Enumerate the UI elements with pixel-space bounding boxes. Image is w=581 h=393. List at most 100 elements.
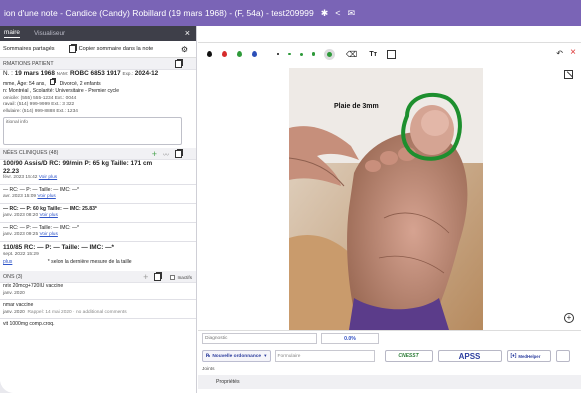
summary-toolbar: Sommaires partagés Copier sommaire dans … <box>0 41 196 58</box>
inactive-checkbox[interactable] <box>170 274 176 280</box>
exp-value: 2024-12 <box>134 70 159 77</box>
medication-item[interactable]: vit 1000mg comp.croq. <box>0 321 196 329</box>
medhelper-button[interactable]: [♦] MedHelper <box>506 350 551 362</box>
form-input[interactable]: Formulaire <box>274 350 375 362</box>
clinical-date: janv. 2023 09:25 Voir plus <box>0 232 196 238</box>
additional-info-placeholder: itional info <box>6 119 29 125</box>
properties-section[interactable]: Propriétés <box>198 375 581 389</box>
divider <box>0 240 196 242</box>
diagnosis-placeholder: Diagnostic <box>205 336 228 341</box>
text-tool-icon[interactable]: Tт <box>369 51 377 58</box>
share-icon[interactable]: < <box>335 8 340 18</box>
nam-label: NAM: <box>56 71 69 76</box>
zoom-icon[interactable]: + <box>564 313 574 323</box>
prescription-icon: ℞ <box>206 353 211 359</box>
divider <box>0 299 196 301</box>
size-xl-selected-icon[interactable] <box>324 48 335 60</box>
copy-icon[interactable] <box>175 60 182 68</box>
copy-icon[interactable] <box>154 273 162 282</box>
mail-icon[interactable]: ✉ <box>348 8 356 19</box>
copy-summary-button[interactable]: Copier sommaire dans la note <box>68 45 153 53</box>
clinical-date: avr. 2023 15:09 Voir plus <box>0 194 196 200</box>
cnesst-button[interactable]: CNESST <box>384 350 433 362</box>
med-date: janv. 2020 <box>3 309 25 315</box>
patient-status: Divorcé, 2 enfants <box>59 80 101 87</box>
gear-icon[interactable]: ⚙ <box>181 45 188 54</box>
eraser-icon[interactable]: ⌫ <box>346 50 357 59</box>
diagnosis-input[interactable]: Diagnostic <box>202 333 317 344</box>
entry-date: févr. 2023 15:42 <box>3 175 38 181</box>
add-icon[interactable]: + <box>143 273 148 282</box>
panel-tabs: maire Visualiseur × <box>0 26 196 41</box>
new-prescription-button[interactable]: ℞ Nouvelle ordonnance ▾ <box>202 350 271 362</box>
med-reminder: Rappel: 14 mai 2020 · no additional comm… <box>27 309 127 315</box>
apss-button[interactable]: APSS <box>437 350 502 362</box>
divider <box>0 183 196 185</box>
see-more-link[interactable]: Voir plus <box>39 232 57 237</box>
dob-value: 19 mars 1968 <box>14 70 55 77</box>
size-m-icon[interactable] <box>299 52 303 56</box>
clinical-data-header[interactable]: NÉES CLINIQUES (48) + 〰 <box>0 147 196 160</box>
copy-icon[interactable] <box>175 150 182 159</box>
close-icon[interactable]: × <box>185 28 190 38</box>
diagnosis-code-field[interactable]: 0.0% <box>321 333 379 344</box>
exp-label: Exp.: <box>122 71 133 76</box>
medication-item[interactable]: nmar vaccine <box>0 302 196 310</box>
blue-pen-icon[interactable] <box>252 51 257 57</box>
diagnosis-code: 0.0% <box>344 335 356 342</box>
editor-top-strip <box>198 26 581 43</box>
rotate-icon[interactable] <box>564 70 573 79</box>
star-icon[interactable]: ✱ <box>321 8 329 19</box>
clinical-entry: 100/90 Assis/D RC: 99/min P: 65 kg Taill… <box>0 160 196 169</box>
wound-photo[interactable]: Plaie de 3mm <box>289 68 483 330</box>
patient-age: mme, Âge: 54 ans, <box>3 80 46 87</box>
apss-logo: APSS <box>458 351 481 361</box>
medhelper-label: MedHelper <box>518 353 541 359</box>
size-xs-icon[interactable] <box>277 53 279 55</box>
photo-illustration: Plaie de 3mm <box>289 68 483 330</box>
black-pen-icon[interactable] <box>207 51 212 57</box>
see-more-link[interactable]: Voir plus <box>39 175 57 180</box>
see-more-link[interactable]: Voir plus <box>39 213 57 218</box>
medication-date: janv. 2020 <box>3 290 25 296</box>
red-pen-icon[interactable] <box>222 51 227 57</box>
entry-date: janv. 2023 08:20 <box>3 213 39 219</box>
shared-summary-button[interactable]: Sommaires partagés <box>3 46 55 52</box>
medication-item[interactable]: nrix 20mcg+720IU vaccine <box>0 283 196 291</box>
medications-title: ONS (3) <box>3 273 23 280</box>
cnesst-logo: CNESST <box>398 353 419 359</box>
vitals-text: 110/85 RC: — P: — Taille: — IMC: —* <box>3 243 115 251</box>
drawing-toolbar: ⌫ Tт ↶ × <box>198 43 581 65</box>
copy-icon[interactable] <box>50 78 56 85</box>
chart-icon[interactable]: 〰 <box>163 150 169 159</box>
patient-id-line: N. : 19 mars 1968 NAM: ROBC 6853 1917 Ex… <box>0 70 196 79</box>
clinical-data-title: NÉES CLINIQUES (48) <box>3 150 59 157</box>
size-l-icon[interactable] <box>311 52 315 56</box>
tab-summary[interactable]: maire <box>4 29 20 38</box>
add-icon[interactable]: + <box>152 150 157 159</box>
undo-icon[interactable]: ↶ <box>556 49 563 58</box>
see-all-link[interactable]: plus <box>3 259 12 265</box>
size-s-icon[interactable] <box>288 52 291 56</box>
close-icon[interactable]: × <box>570 47 576 58</box>
medications-header[interactable]: ONS (3) + Inactifs <box>0 271 196 284</box>
patient-origin: n: Montréal , Scolarité: Universitaire -… <box>3 88 120 95</box>
actions-row: ℞ Nouvelle ordonnance ▾ Formulaire CNESS… <box>202 350 570 362</box>
window-title: ion d'une note - Candice (Candy) Robilla… <box>4 8 314 18</box>
copy-icon <box>68 45 76 53</box>
summary-panel: maire Visualiseur × Sommaires partagés C… <box>0 26 197 393</box>
app-window: ion d'une note - Candice (Candy) Robilla… <box>0 0 581 393</box>
patient-info-header[interactable]: RMATIONS PATIENT <box>0 58 196 70</box>
tab-viewer[interactable]: Visualiseur <box>34 30 65 37</box>
nam-value: ROBC 6853 1917 <box>69 70 121 77</box>
extra-button[interactable] <box>555 350 570 362</box>
green-pen-icon[interactable] <box>237 51 242 57</box>
dob-prefix: N. : <box>3 70 13 77</box>
see-more-link[interactable]: Voir plus <box>37 194 55 199</box>
crop-icon[interactable] <box>387 49 397 59</box>
additional-info-field[interactable]: itional info <box>3 116 182 145</box>
title-bar: ion d'une note - Candice (Candy) Robilla… <box>0 0 581 26</box>
entry-date: avr. 2023 15:09 <box>3 194 37 200</box>
attachments-label: Joints <box>202 367 215 372</box>
note-footer: Diagnostic 0.0% ℞ Nouvelle ordonnance ▾ … <box>198 330 581 393</box>
